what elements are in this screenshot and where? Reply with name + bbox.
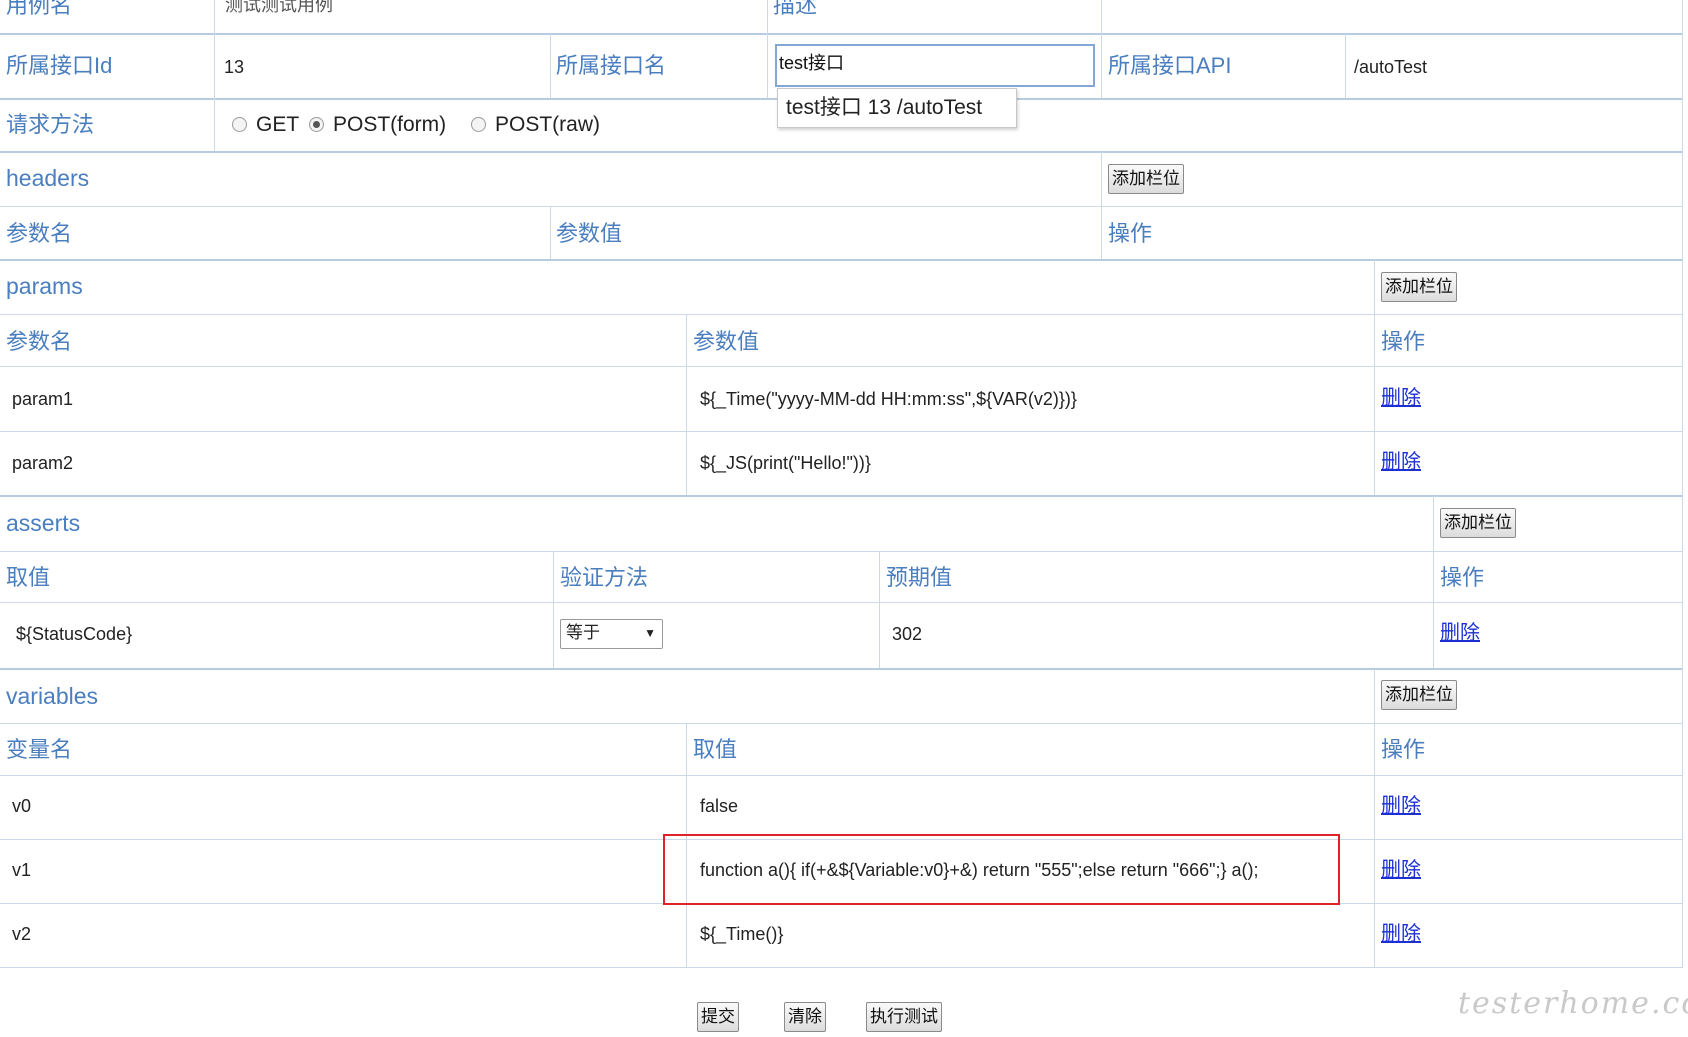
param-value[interactable]: ${_JS(print("Hello!"))} xyxy=(700,452,871,474)
run-test-button[interactable]: 执行测试 xyxy=(866,1002,942,1032)
asserts-col-method: 验证方法 xyxy=(560,565,649,590)
interface-id-label: 所属接口Id xyxy=(6,53,113,78)
watermark: testerhome.com xyxy=(1458,986,1688,1021)
variables-col-action: 操作 xyxy=(1381,737,1426,762)
variables-section-title: variables xyxy=(6,683,99,709)
assert-method-select[interactable]: 等于 ▼ xyxy=(560,619,663,649)
method-post-form-label: POST(form) xyxy=(333,113,447,136)
headers-col-name: 参数名 xyxy=(6,221,73,246)
interface-name-input[interactable]: test接口 xyxy=(775,44,1095,87)
variable-delete-link[interactable]: 删除 xyxy=(1381,795,1421,817)
method-get-label: GET xyxy=(256,113,300,136)
asserts-add-field-button[interactable]: 添加栏位 xyxy=(1440,508,1516,538)
submit-button[interactable]: 提交 xyxy=(697,1002,739,1032)
params-col-value: 参数值 xyxy=(693,329,760,354)
headers-add-field-button[interactable]: 添加栏位 xyxy=(1108,164,1184,194)
asserts-section-title: asserts xyxy=(6,510,81,536)
params-col-name: 参数名 xyxy=(6,329,73,354)
params-col-action: 操作 xyxy=(1381,329,1426,354)
method-radio-post-form[interactable] xyxy=(309,117,324,132)
param-delete-link[interactable]: 删除 xyxy=(1381,451,1421,473)
asserts-col-value: 取值 xyxy=(6,565,51,590)
case-name-label: 用例名 xyxy=(6,0,73,18)
clear-button[interactable]: 清除 xyxy=(784,1002,826,1032)
variables-add-field-button[interactable]: 添加栏位 xyxy=(1381,680,1457,710)
variable-name[interactable]: v0 xyxy=(12,795,31,817)
variable-name[interactable]: v2 xyxy=(12,923,31,945)
interface-suggestion-dropdown[interactable]: test接口 13 /autoTest xyxy=(777,88,1017,128)
params-section-title: params xyxy=(6,273,83,299)
case-name-value[interactable]: 测试测试用例 xyxy=(225,0,333,16)
interface-name-label: 所属接口名 xyxy=(556,53,667,78)
assert-delete-link[interactable]: 删除 xyxy=(1440,622,1480,644)
method-radio-post-raw[interactable] xyxy=(471,117,486,132)
variable-delete-link[interactable]: 删除 xyxy=(1381,923,1421,945)
asserts-col-expected: 预期值 xyxy=(886,565,953,590)
variables-col-name: 变量名 xyxy=(6,737,73,762)
request-method-label: 请求方法 xyxy=(6,112,95,137)
param-name[interactable]: param2 xyxy=(12,452,73,474)
variable-delete-link[interactable]: 删除 xyxy=(1381,859,1421,881)
method-post-raw-label: POST(raw) xyxy=(495,113,600,136)
headers-col-action: 操作 xyxy=(1108,221,1153,246)
caret-down-icon: ▼ xyxy=(644,626,656,640)
interface-api-value: /autoTest xyxy=(1354,57,1428,77)
headers-col-value: 参数值 xyxy=(556,221,623,246)
param-value[interactable]: ${_Time("yyyy-MM-dd HH:mm:ss",${VAR(v2)}… xyxy=(700,388,1077,410)
variable-value[interactable]: ${_Time()} xyxy=(700,923,783,945)
assert-method-selected: 等于 xyxy=(566,623,600,642)
variable-name[interactable]: v1 xyxy=(12,859,31,881)
asserts-col-action: 操作 xyxy=(1440,565,1485,590)
param-name[interactable]: param1 xyxy=(12,388,73,410)
method-radio-get[interactable] xyxy=(232,117,247,132)
variable-value[interactable]: false xyxy=(700,795,738,817)
interface-api-label: 所属接口API xyxy=(1108,53,1232,78)
description-label: 描述 xyxy=(773,0,818,18)
headers-section-title: headers xyxy=(6,165,90,191)
param-delete-link[interactable]: 删除 xyxy=(1381,387,1421,409)
highlight-box xyxy=(663,834,1340,905)
params-add-field-button[interactable]: 添加栏位 xyxy=(1381,272,1457,302)
interface-id-value: 13 xyxy=(224,57,245,77)
assert-value[interactable]: ${StatusCode} xyxy=(16,623,132,645)
assert-expected[interactable]: 302 xyxy=(892,623,922,645)
variables-col-value: 取值 xyxy=(693,737,738,762)
